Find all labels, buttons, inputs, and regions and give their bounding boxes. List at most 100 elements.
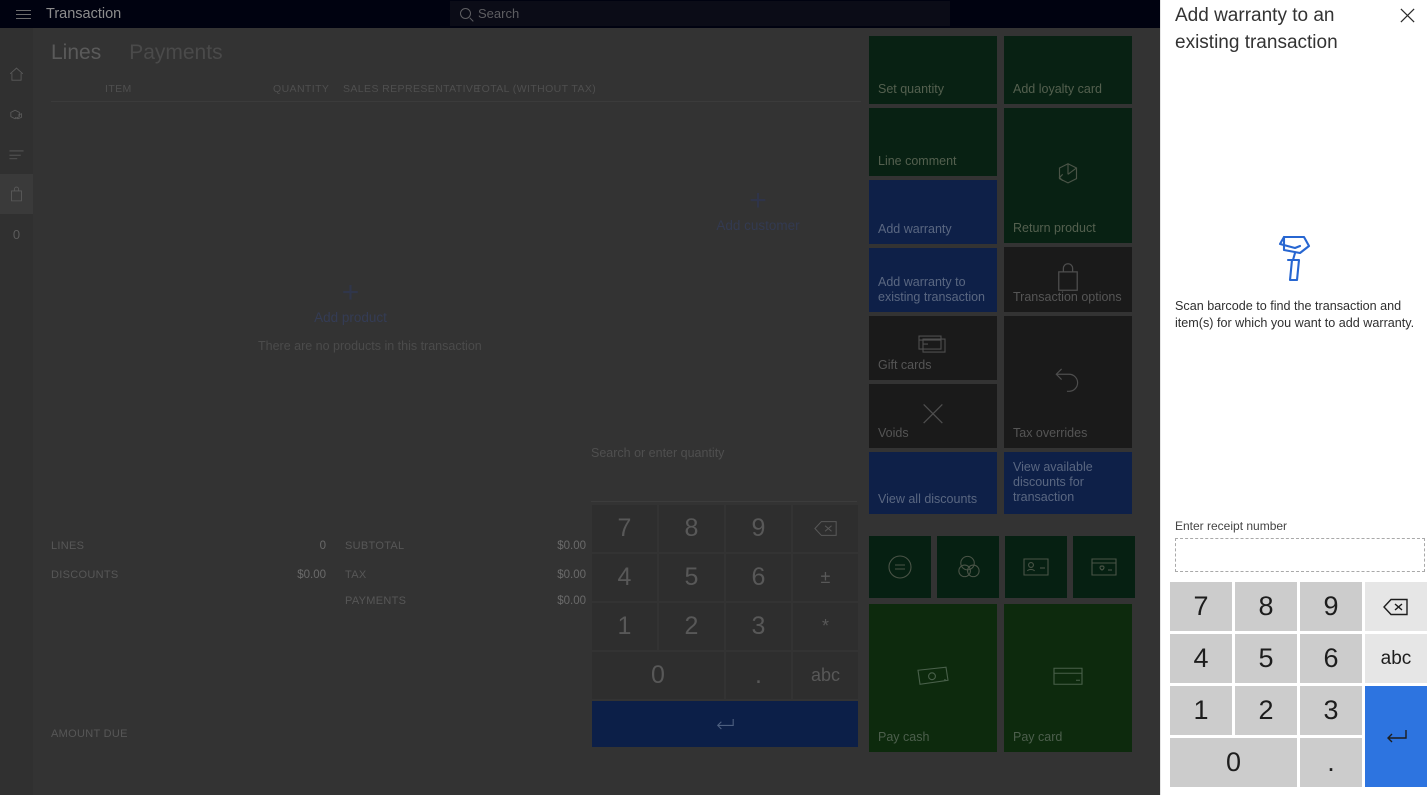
sidebar-item-count[interactable]: 0 <box>0 214 33 254</box>
flyout-key-8[interactable]: 8 <box>1235 582 1297 631</box>
tab-bar: Lines Payments <box>51 41 223 65</box>
flyout-key-6[interactable]: 6 <box>1300 634 1362 683</box>
tile-line-comment[interactable]: Line comment <box>869 108 997 176</box>
search-input[interactable]: Search <box>450 1 950 26</box>
cart-count: 0 <box>12 226 21 242</box>
search-placeholder: Search <box>478 6 520 21</box>
flyout-key-4[interactable]: 4 <box>1170 634 1232 683</box>
tile-coins[interactable] <box>937 536 999 598</box>
backspace-icon[interactable] <box>793 505 858 552</box>
key-decimal[interactable]: . <box>726 652 791 699</box>
shopping-bag-icon <box>1004 262 1132 292</box>
tile-add-loyalty-card[interactable]: Add loyalty card <box>1004 36 1132 104</box>
page-title: Transaction <box>46 6 122 22</box>
cash-icon <box>869 665 997 687</box>
tile-loyalty-card[interactable] <box>1073 536 1135 598</box>
lines-table-header: ITEM QUANTITY SALES REPRESENTATIVE TOTAL… <box>51 76 861 102</box>
add-customer-label: Add customer <box>716 218 800 233</box>
flyout-backspace-icon[interactable] <box>1365 582 1427 631</box>
receipt-number-input[interactable] <box>1175 538 1425 572</box>
tile-customer-card[interactable] <box>1005 536 1067 598</box>
undo-arrow-icon <box>1004 365 1132 395</box>
loyalty-card-icon <box>1073 556 1135 578</box>
tile-gift-cards[interactable]: Gift cards <box>869 316 997 380</box>
close-icon[interactable] <box>1394 2 1420 28</box>
tile-pay-card[interactable]: Pay card <box>1004 604 1132 752</box>
key-asterisk[interactable]: * <box>793 603 858 650</box>
coins-icon <box>937 554 999 581</box>
key-6[interactable]: 6 <box>726 554 791 601</box>
close-x-icon <box>869 400 997 428</box>
flyout-key-0[interactable]: 0 <box>1170 738 1297 787</box>
plus-icon: + <box>341 276 360 309</box>
tile-tax-overrides[interactable]: Tax overrides <box>1004 316 1132 448</box>
tile-add-warranty-existing-transaction[interactable]: Add warranty to existing transaction <box>869 248 997 312</box>
totals-subtotal-label: SUBTOTAL <box>345 540 405 552</box>
flyout-title: Add warranty to an existing transaction <box>1175 5 1338 53</box>
key-2[interactable]: 2 <box>659 603 724 650</box>
totals-payments-value: $0.00 <box>557 595 586 607</box>
key-7[interactable]: 7 <box>592 505 657 552</box>
return-box-icon <box>1004 156 1132 190</box>
keypad-divider <box>591 501 857 502</box>
keypad-hint: Search or enter quantity <box>591 446 725 460</box>
flyout-key-2[interactable]: 2 <box>1235 686 1297 735</box>
hamburger-icon[interactable] <box>6 9 40 19</box>
column-header-total: TOTAL (WITHOUT TAX) <box>475 82 597 95</box>
totals-tax-value: $0.00 <box>557 569 586 581</box>
tab-lines[interactable]: Lines <box>51 41 101 65</box>
key-plus-minus[interactable]: ± <box>793 554 858 601</box>
search-icon <box>460 8 471 19</box>
column-header-quantity: QUANTITY <box>273 82 330 95</box>
key-8[interactable]: 8 <box>659 505 724 552</box>
flyout-key-1[interactable]: 1 <box>1170 686 1232 735</box>
flyout-numeric-keypad: 7 8 9 4 5 6 abc 1 2 3 0 . <box>1170 582 1427 787</box>
flyout-key-5[interactable]: 5 <box>1235 634 1297 683</box>
flyout-key-7[interactable]: 7 <box>1170 582 1232 631</box>
tile-voids[interactable]: Voids <box>869 384 997 448</box>
key-1[interactable]: 1 <box>592 603 657 650</box>
key-3[interactable]: 3 <box>726 603 791 650</box>
keypad-enter-button[interactable] <box>592 701 858 747</box>
receipt-number-field[interactable] <box>1176 539 1424 571</box>
add-customer-button[interactable]: + Add customer <box>673 186 843 234</box>
sidebar-item-lines[interactable] <box>0 134 33 174</box>
add-product-label: Add product <box>314 310 387 325</box>
tile-view-available-discounts[interactable]: View available discounts for transaction <box>1004 452 1132 514</box>
key-4[interactable]: 4 <box>592 554 657 601</box>
flyout-key-9[interactable]: 9 <box>1300 582 1362 631</box>
tile-pay-cash[interactable]: Pay cash <box>869 604 997 752</box>
credit-card-icon <box>1004 665 1132 687</box>
column-header-item: ITEM <box>105 82 132 95</box>
left-nav-rail: 0 <box>0 28 33 795</box>
key-0[interactable]: 0 <box>592 652 724 699</box>
barcode-scanner-icon <box>1161 232 1428 284</box>
totals-payments-label: PAYMENTS <box>345 595 407 607</box>
gift-card-icon <box>869 334 997 358</box>
sidebar-item-cart[interactable] <box>0 174 33 214</box>
key-5[interactable]: 5 <box>659 554 724 601</box>
tile-transaction-options[interactable]: Transaction options <box>1004 247 1132 312</box>
tile-view-all-discounts[interactable]: View all discounts <box>869 452 997 514</box>
tile-return-product[interactable]: Return product <box>1004 108 1132 243</box>
sidebar-item-home[interactable] <box>0 54 33 94</box>
equals-circle-icon <box>869 554 931 580</box>
flyout-key-3[interactable]: 3 <box>1300 686 1362 735</box>
add-product-empty-state[interactable]: + Add product There are no products in t… <box>258 276 482 354</box>
flyout-key-decimal[interactable]: . <box>1300 738 1362 787</box>
tile-set-quantity[interactable]: Set quantity <box>869 36 997 104</box>
tab-payments[interactable]: Payments <box>129 41 222 65</box>
key-abc[interactable]: abc <box>793 652 858 699</box>
tile-total-equals[interactable] <box>869 536 931 598</box>
flyout-enter-button[interactable] <box>1365 686 1427 787</box>
flyout-key-abc[interactable]: abc <box>1365 634 1427 683</box>
numeric-keypad: 7 8 9 4 5 6 ± 1 2 3 * 0 . abc <box>592 505 858 747</box>
column-header-sales-rep: SALES REPRESENTATIVE <box>343 82 481 95</box>
receipt-number-label: Enter receipt number <box>1175 519 1288 533</box>
flyout-help-text: Scan barcode to find the transaction and… <box>1175 299 1415 330</box>
tile-add-warranty[interactable]: Add warranty <box>869 180 997 244</box>
key-9[interactable]: 9 <box>726 505 791 552</box>
totals-lines-value: 0 <box>319 540 326 552</box>
amount-due-label: AMOUNT DUE <box>51 728 128 740</box>
sidebar-item-products[interactable] <box>0 94 33 134</box>
